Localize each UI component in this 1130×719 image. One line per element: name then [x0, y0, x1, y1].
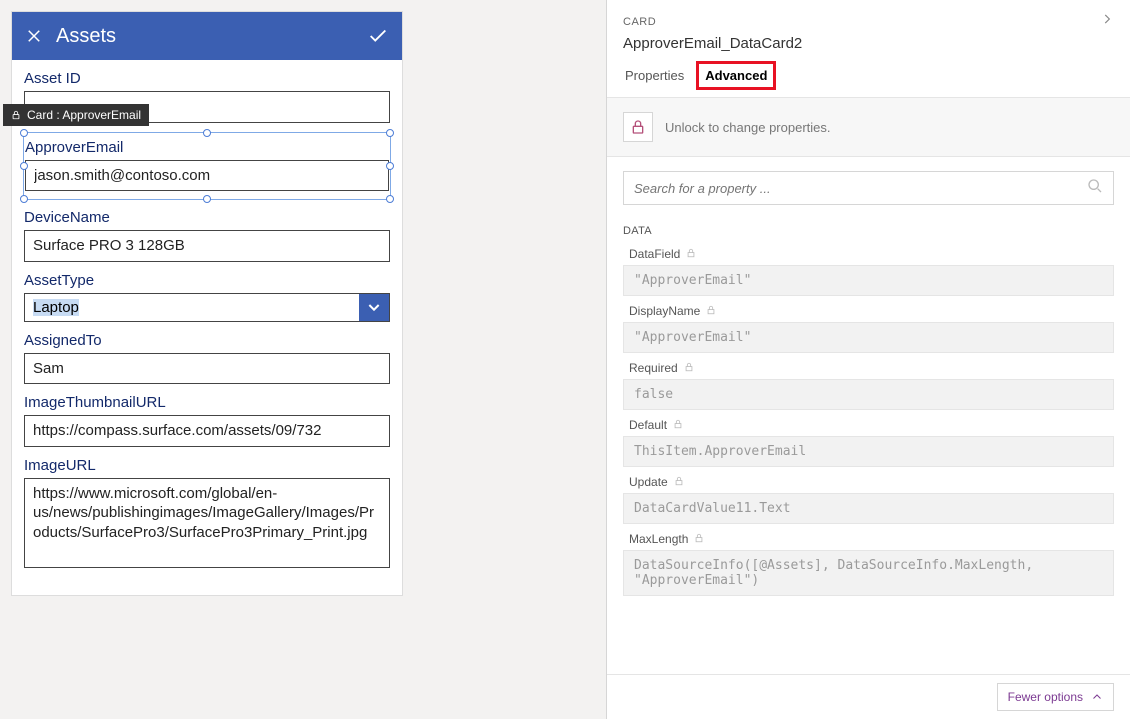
lock-icon	[11, 110, 21, 120]
lock-icon	[674, 475, 684, 489]
card-asset-type[interactable]: AssetType Laptop	[24, 272, 390, 322]
lock-icon	[673, 418, 683, 432]
field-label: Asset ID	[24, 70, 390, 87]
resize-handle[interactable]	[203, 195, 211, 203]
image-url-input[interactable]: https://www.microsoft.com/global/en-us/n…	[24, 478, 390, 568]
prop-default: Default ThisItem.ApproverEmail	[623, 418, 1114, 467]
unlock-banner: Unlock to change properties.	[607, 97, 1130, 157]
resize-handle[interactable]	[203, 129, 211, 137]
lock-icon	[706, 304, 716, 318]
resize-handle[interactable]	[386, 195, 394, 203]
card-image-url[interactable]: ImageURL https://www.microsoft.com/globa…	[24, 457, 390, 573]
prop-value[interactable]: "ApproverEmail"	[623, 265, 1114, 296]
form-designer-canvas: Card : ApproverEmail Assets Asset ID	[0, 0, 606, 719]
resize-handle[interactable]	[20, 129, 28, 137]
resize-handle[interactable]	[386, 162, 394, 170]
prop-update: Update DataCardValue11.Text	[623, 475, 1114, 524]
form-title: Assets	[56, 25, 366, 48]
prop-value[interactable]: DataCardValue11.Text	[623, 493, 1114, 524]
search-icon	[1087, 178, 1103, 199]
property-search-input[interactable]	[634, 181, 1087, 196]
device-name-input[interactable]	[24, 230, 390, 262]
unlock-text: Unlock to change properties.	[665, 120, 830, 135]
lock-icon	[630, 119, 646, 135]
form-header: Assets	[12, 12, 402, 60]
selection-tooltip: Card : ApproverEmail	[3, 104, 149, 126]
approver-email-input[interactable]	[25, 160, 389, 192]
assigned-to-input[interactable]	[24, 353, 390, 385]
card-assigned-to[interactable]: AssignedTo	[24, 332, 390, 385]
fewer-options-button[interactable]: Fewer options	[997, 683, 1114, 711]
lock-icon	[684, 361, 694, 375]
prop-value[interactable]: DataSourceInfo([@Assets], DataSourceInfo…	[623, 550, 1114, 596]
resize-handle[interactable]	[20, 195, 28, 203]
resize-handle[interactable]	[386, 129, 394, 137]
panel-kicker: CARD	[623, 16, 656, 28]
resize-handle[interactable]	[20, 162, 28, 170]
field-label: AssignedTo	[24, 332, 390, 349]
property-search[interactable]	[623, 171, 1114, 205]
prop-displayname: DisplayName "ApproverEmail"	[623, 304, 1114, 353]
field-label: ImageThumbnailURL	[24, 394, 390, 411]
lock-icon	[694, 532, 704, 546]
tab-properties[interactable]: Properties	[623, 64, 686, 91]
properties-panel: CARD ApproverEmail_DataCard2 Properties …	[606, 0, 1130, 719]
section-header: DATA	[623, 225, 1114, 237]
form-body: Asset ID ApproverEmail DeviceName	[12, 60, 402, 595]
prop-required: Required false	[623, 361, 1114, 410]
chevron-down-icon[interactable]	[359, 294, 389, 321]
prop-value[interactable]: "ApproverEmail"	[623, 322, 1114, 353]
chevron-up-icon	[1091, 691, 1103, 703]
prop-maxlength: MaxLength DataSourceInfo([@Assets], Data…	[623, 532, 1114, 596]
field-label: DeviceName	[24, 209, 390, 226]
close-icon[interactable]	[24, 26, 44, 46]
field-label: AssetType	[24, 272, 390, 289]
panel-tabs: Properties Advanced	[623, 64, 1114, 91]
thumb-url-input[interactable]	[24, 415, 390, 447]
unlock-button[interactable]	[623, 112, 653, 142]
phone-preview: Assets Asset ID ApproverEmail	[12, 12, 402, 595]
lock-icon	[686, 247, 696, 261]
card-thumb-url[interactable]: ImageThumbnailURL	[24, 394, 390, 447]
asset-type-dropdown[interactable]: Laptop	[24, 293, 390, 322]
prop-value[interactable]: ThisItem.ApproverEmail	[623, 436, 1114, 467]
card-approver-email[interactable]: ApproverEmail	[23, 132, 391, 201]
check-icon[interactable]	[366, 24, 390, 48]
tab-advanced[interactable]: Advanced	[702, 64, 770, 91]
field-label: ImageURL	[24, 457, 390, 474]
property-list: DATA DataField "ApproverEmail" DisplayNa…	[607, 219, 1130, 674]
prop-datafield: DataField "ApproverEmail"	[623, 247, 1114, 296]
prop-value[interactable]: false	[623, 379, 1114, 410]
chevron-right-icon[interactable]	[1100, 12, 1114, 31]
selected-control-name: ApproverEmail_DataCard2	[623, 35, 1114, 52]
card-device-name[interactable]: DeviceName	[24, 209, 390, 262]
